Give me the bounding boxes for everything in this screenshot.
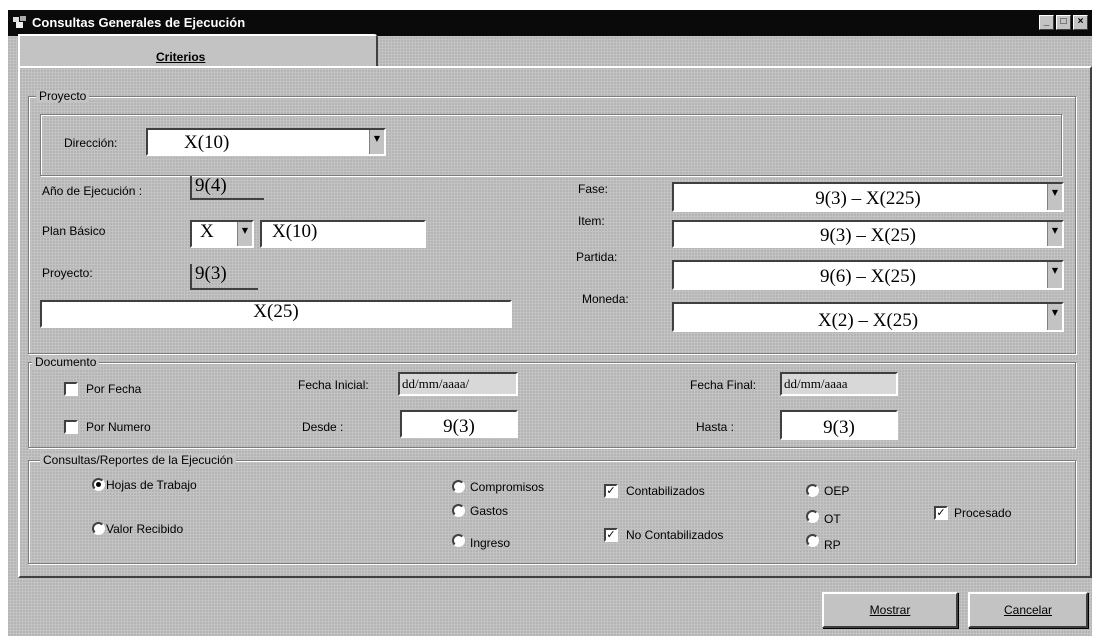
ot-label: OT [824, 512, 841, 526]
compromisos-radio[interactable] [452, 480, 465, 493]
hasta-input[interactable]: 9(3) [780, 410, 898, 440]
plan-code-dropdown-icon[interactable]: ▼ [237, 222, 252, 246]
consultas-group-label: Consultas/Reportes de la Ejecución [40, 454, 237, 467]
direccion-label: Dirección: [64, 136, 118, 150]
por-fecha-label: Por Fecha [86, 382, 142, 396]
plan-basico-label: Plan Básico [42, 224, 106, 238]
window-title: Consultas Generales de Ejecución [32, 15, 246, 30]
fase-dropdown-icon[interactable]: ▼ [1047, 184, 1062, 210]
desde-label: Desde : [302, 420, 344, 434]
tab-criterios-label: Criterios [156, 50, 206, 64]
oep-radio[interactable] [806, 484, 819, 497]
minimize-button[interactable]: _ [1039, 15, 1054, 30]
rp-radio[interactable] [806, 534, 819, 547]
por-numero-label: Por Numero [86, 420, 151, 434]
documento-group-label: Documento [32, 356, 100, 369]
plan-basico-value: X(10) [272, 221, 318, 242]
plan-code-select[interactable]: X ▼ [190, 220, 254, 248]
rp-label: RP [824, 538, 841, 552]
valor-recibido-label: Valor Recibido [106, 522, 184, 536]
item-dropdown-icon[interactable]: ▼ [1047, 222, 1062, 246]
item-select[interactable]: 9(3) – X(25) ▼ [672, 220, 1064, 248]
ingreso-radio[interactable] [452, 534, 465, 547]
app-icon [13, 16, 26, 28]
moneda-value: X(2) – X(25) [817, 310, 919, 331]
proyecto-label: Proyecto: [42, 266, 93, 280]
ingreso-label: Ingreso [470, 536, 511, 550]
hojas-trabajo-radio[interactable] [92, 478, 105, 491]
partida-label: Partida: [576, 250, 618, 264]
por-numero-checkbox[interactable] [64, 420, 78, 434]
por-fecha-checkbox[interactable] [64, 382, 78, 396]
proyecto-value: 9(3) [190, 264, 258, 290]
fecha-final-input[interactable]: dd/mm/aaaa [780, 372, 898, 396]
gastos-radio[interactable] [452, 504, 465, 517]
title-bar[interactable]: Consultas Generales de Ejecución _ □ × [8, 10, 1092, 36]
fecha-final-label: Fecha Final: [690, 378, 757, 392]
consultas-group [28, 460, 1076, 564]
direccion-dropdown-icon[interactable]: ▼ [369, 130, 384, 154]
contabilizados-checkbox[interactable]: ✓ [604, 484, 618, 498]
cancelar-button[interactable]: Cancelar [968, 592, 1088, 628]
gastos-label: Gastos [470, 504, 509, 518]
hasta-value: 9(3) [823, 417, 855, 438]
fase-label: Fase: [578, 182, 609, 196]
maximize-button[interactable]: □ [1056, 15, 1071, 30]
plan-code-value: X [200, 221, 214, 242]
moneda-select[interactable]: X(2) – X(25) ▼ [672, 302, 1064, 332]
fase-value: 9(3) – X(225) [815, 188, 921, 209]
desde-input[interactable]: 9(3) [400, 410, 518, 438]
proyecto-desc-value: X(25) [253, 301, 299, 322]
fecha-inicial-label: Fecha Inicial: [298, 378, 369, 392]
fecha-inicial-value: dd/mm/aaaa/ [402, 376, 470, 391]
valor-recibido-radio[interactable] [92, 522, 105, 535]
contabilizados-label: Contabilizados [626, 484, 705, 498]
anio-value: 9(4) [190, 176, 264, 200]
hojas-trabajo-label: Hojas de Trabajo [106, 478, 197, 492]
proyecto-desc-input[interactable]: X(25) [40, 300, 512, 328]
fecha-final-value: dd/mm/aaaa [784, 376, 848, 391]
mostrar-button[interactable]: Mostrar [822, 592, 958, 628]
moneda-dropdown-icon[interactable]: ▼ [1047, 304, 1062, 330]
item-label: Item: [578, 214, 605, 228]
ot-radio[interactable] [806, 510, 819, 523]
close-button[interactable]: × [1073, 15, 1088, 30]
anio-label: Año de Ejecución : [42, 184, 143, 198]
hasta-label: Hasta : [696, 420, 735, 434]
documento-group [28, 362, 1076, 448]
proyecto-group-label: Proyecto [36, 90, 90, 103]
moneda-label: Moneda: [582, 292, 629, 306]
procesado-label: Procesado [954, 506, 1012, 520]
oep-label: OEP [824, 484, 850, 498]
item-value: 9(3) – X(25) [819, 225, 917, 246]
no-contabilizados-checkbox[interactable]: ✓ [604, 528, 618, 542]
direccion-select[interactable]: X(10) ▼ [146, 128, 386, 156]
fase-select[interactable]: 9(3) – X(225) ▼ [672, 182, 1064, 212]
direccion-value: X(10) [184, 132, 230, 153]
desde-value: 9(3) [443, 416, 475, 437]
compromisos-label: Compromisos [470, 480, 545, 494]
partida-select[interactable]: 9(6) – X(25) ▼ [672, 260, 1064, 290]
partida-value: 9(6) – X(25) [819, 266, 917, 287]
partida-dropdown-icon[interactable]: ▼ [1047, 262, 1062, 288]
procesado-checkbox[interactable]: ✓ [934, 506, 948, 520]
plan-basico-input[interactable]: X(10) [260, 220, 426, 248]
fecha-inicial-input[interactable]: dd/mm/aaaa/ [398, 372, 518, 396]
no-contabilizados-label: No Contabilizados [626, 528, 724, 542]
